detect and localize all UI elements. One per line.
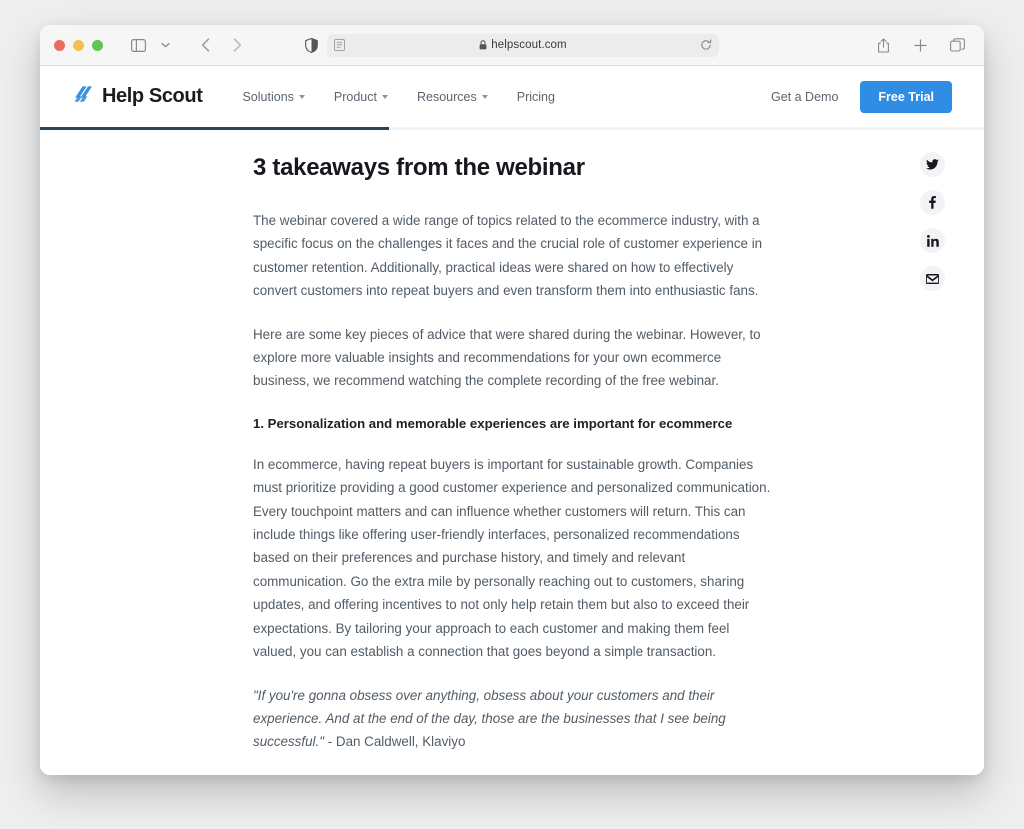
article-paragraph-2: Here are some key pieces of advice that …: [253, 326, 761, 389]
nav-label-pricing: Pricing: [516, 89, 555, 104]
page-viewport: Help Scout Solutions Product Resources P…: [40, 66, 984, 775]
close-window-button[interactable]: [54, 39, 65, 51]
article-heading-1: 1. Personalization and memorable experie…: [253, 415, 733, 431]
nav-label-resources: Resources: [417, 89, 477, 104]
helpscout-logo-text: Help Scout: [102, 85, 203, 107]
chevron-down-icon: [481, 95, 488, 99]
chevron-down-icon: [298, 95, 305, 99]
maximize-window-button[interactable]: [92, 39, 103, 51]
nav-item-pricing[interactable]: Pricing: [517, 90, 555, 104]
share-icon[interactable]: [870, 32, 896, 58]
address-bar-area: helpscout.com: [305, 33, 719, 57]
share-linkedin-icon[interactable]: [920, 228, 945, 253]
privacy-shield-icon[interactable]: [305, 37, 318, 53]
share-facebook-icon[interactable]: [920, 190, 945, 215]
lock-icon: [479, 40, 487, 50]
url-text: helpscout.com: [491, 39, 567, 51]
article-title: 3 takeaways from the webinar: [253, 154, 585, 181]
free-trial-button[interactable]: Free Trial: [860, 80, 952, 113]
window-controls: [54, 39, 103, 51]
article-area: 3 takeaways from the webinar The webinar…: [40, 130, 984, 775]
nav-label-product: Product: [333, 89, 377, 104]
article-heading-2: 2. Close the feedback loop with customer…: [253, 774, 773, 775]
toolbar-right-actions: [870, 32, 970, 58]
reader-view-icon[interactable]: [334, 39, 345, 51]
forward-arrow-icon[interactable]: [224, 32, 250, 58]
article-paragraph-3: In ecommerce, having repeat buyers is im…: [253, 456, 771, 660]
helpscout-logo[interactable]: Help Scout: [74, 85, 203, 109]
article-quote: "If you're gonna obsess over anything, o…: [253, 684, 773, 754]
share-email-icon[interactable]: [920, 266, 945, 291]
share-twitter-icon[interactable]: [920, 152, 945, 177]
address-bar[interactable]: helpscout.com: [327, 33, 719, 57]
back-arrow-icon[interactable]: [192, 32, 218, 58]
url-display: helpscout.com: [479, 39, 567, 51]
nav-item-solutions[interactable]: Solutions: [242, 89, 305, 104]
navigation-controls: [192, 32, 250, 58]
plus-icon[interactable]: [907, 32, 933, 58]
article-paragraph-1: The webinar covered a wide range of topi…: [253, 213, 763, 299]
minimize-window-button[interactable]: [73, 39, 84, 51]
nav-item-product[interactable]: Product: [334, 90, 388, 104]
sidebar-controls: [125, 32, 178, 58]
browser-window: helpscout.com Help Scout Solutions Produ…: [40, 25, 984, 775]
nav-label-solutions: Solutions: [242, 89, 294, 104]
article-quote-attribution: - Dan Caldwell, Klaviyo: [324, 734, 466, 750]
sidebar-icon[interactable]: [125, 32, 151, 58]
get-a-demo-link[interactable]: Get a Demo: [771, 90, 838, 104]
chevron-down-icon: [382, 95, 388, 99]
main-navigation: Solutions Product Resources Pricing: [242, 90, 555, 104]
header-actions: Get a Demo Free Trial: [771, 80, 952, 113]
social-share-rail: [920, 152, 945, 291]
tab-overview-icon[interactable]: [944, 32, 970, 58]
nav-item-resources[interactable]: Resources: [417, 90, 488, 104]
helpscout-logo-mark-icon: [74, 85, 96, 109]
chevron-down-icon[interactable]: [152, 32, 178, 58]
browser-toolbar: helpscout.com: [40, 25, 984, 66]
site-header: Help Scout Solutions Product Resources P…: [40, 66, 984, 127]
article-content: 3 takeaways from the webinar The webinar…: [253, 153, 773, 775]
reload-icon[interactable]: [700, 39, 712, 51]
